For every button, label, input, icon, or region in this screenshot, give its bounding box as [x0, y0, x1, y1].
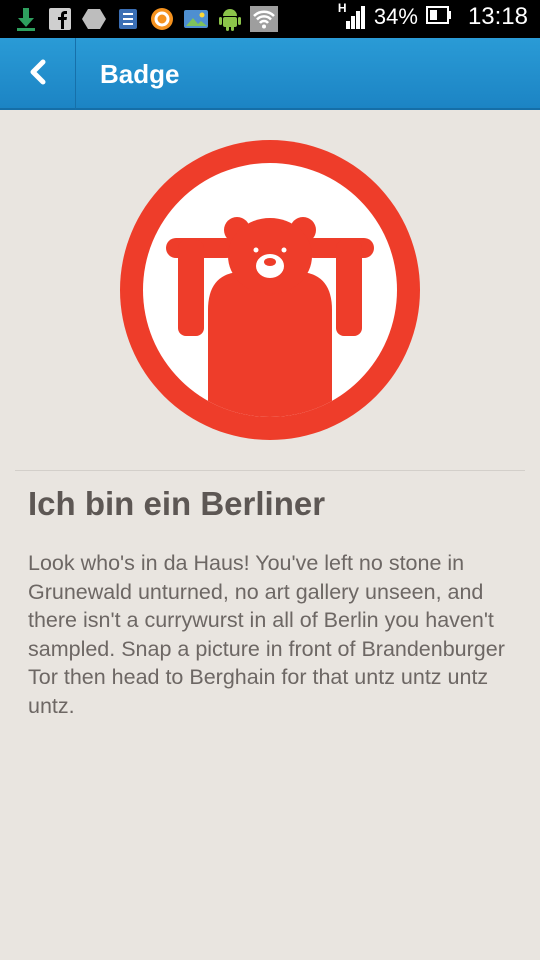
divider — [15, 470, 525, 471]
bear-badge-icon — [120, 140, 420, 440]
signal-icon: H — [338, 1, 366, 31]
notification-icons — [12, 5, 278, 33]
download-icon — [12, 5, 40, 33]
status-bar: H 34% 13:18 — [0, 0, 540, 38]
clock: 13:18 — [467, 3, 528, 30]
gallery-icon — [182, 5, 210, 33]
android-icon — [216, 5, 244, 33]
back-button[interactable] — [0, 38, 76, 110]
system-status: H 34% 13:18 — [338, 1, 528, 31]
avast-icon — [148, 5, 176, 33]
page-title: Badge — [100, 59, 180, 89]
battery-percent: 34% — [373, 4, 418, 29]
action-bar: Badge — [0, 38, 540, 110]
hexagon-app-icon — [80, 5, 108, 33]
battery-icon — [425, 6, 452, 28]
wifi-icon — [250, 5, 278, 33]
facebook-icon — [46, 5, 74, 33]
sim-manager-icon — [114, 5, 142, 33]
badge-title: Ich bin ein Berliner — [28, 485, 326, 522]
badge-description: Look who's in da Haus! You've left no st… — [28, 551, 505, 718]
chevron-left-icon — [27, 59, 49, 89]
